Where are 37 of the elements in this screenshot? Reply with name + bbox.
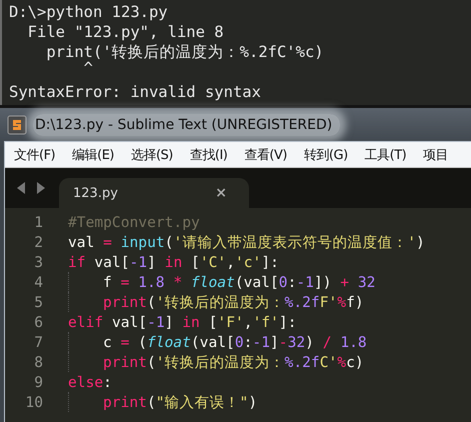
line-number: 9 xyxy=(33,374,43,390)
line-number: 3 xyxy=(33,254,43,270)
line-number: 2 xyxy=(33,234,43,250)
line-number: 8 xyxy=(33,354,43,370)
menu-item[interactable]: 查找(I) xyxy=(190,146,228,164)
code-line: print('转换后的温度为：%.2fF'%f) xyxy=(103,292,364,312)
close-icon[interactable]: × xyxy=(215,185,227,201)
terminal-line: D:\>python 123.py xyxy=(9,2,168,22)
code-line: f = 1.8 * float(val[0:-1]) + 32 xyxy=(103,274,376,290)
code-line: val = input('请输入带温度表示符号的温度值：') xyxy=(68,232,425,252)
line-number: 6 xyxy=(33,314,43,330)
line-number: 10 xyxy=(24,394,43,410)
code-line: elif val[-1] in ['F','f']: xyxy=(68,314,296,330)
code-line: print("输入有误！") xyxy=(103,392,258,412)
menu-item[interactable]: 编辑(E) xyxy=(72,146,114,164)
line-number: 5 xyxy=(33,294,43,310)
menu-item[interactable]: 文件(F) xyxy=(14,146,56,164)
code-line: else: xyxy=(68,374,112,390)
error-message: SyntaxError: invalid syntax xyxy=(9,82,261,102)
code-line: c = (float(val[0:-1]-32) / 1.8 xyxy=(103,334,367,350)
code-line: #TempConvert.py xyxy=(68,214,200,230)
terminal-line: print('转换后的温度为：%.2fC'%c) xyxy=(45,42,324,62)
menu-item[interactable]: 转到(G) xyxy=(304,146,348,164)
menu-item[interactable]: 查看(V) xyxy=(244,146,287,164)
app-icon xyxy=(7,114,27,134)
line-number: 4 xyxy=(33,274,43,290)
line-number: 7 xyxy=(33,334,43,350)
menu-item[interactable]: 选择(S) xyxy=(130,146,173,164)
code-line: print('转换后的温度为：%.2fC'%c) xyxy=(103,352,364,372)
terminal-line: File "123.py", line 8 xyxy=(26,22,224,42)
file-tab[interactable]: 123.py × xyxy=(59,178,249,208)
window-title: D:\123.py - Sublime Text (UNREGISTERED) xyxy=(33,114,340,136)
code-line: if val[-1] in ['C','c']: xyxy=(68,254,279,270)
line-number: 1 xyxy=(33,214,43,230)
menu-item[interactable]: 工具(T) xyxy=(364,146,406,164)
menu-item[interactable]: 项目 xyxy=(423,146,448,164)
error-caret: ^ xyxy=(84,62,93,74)
